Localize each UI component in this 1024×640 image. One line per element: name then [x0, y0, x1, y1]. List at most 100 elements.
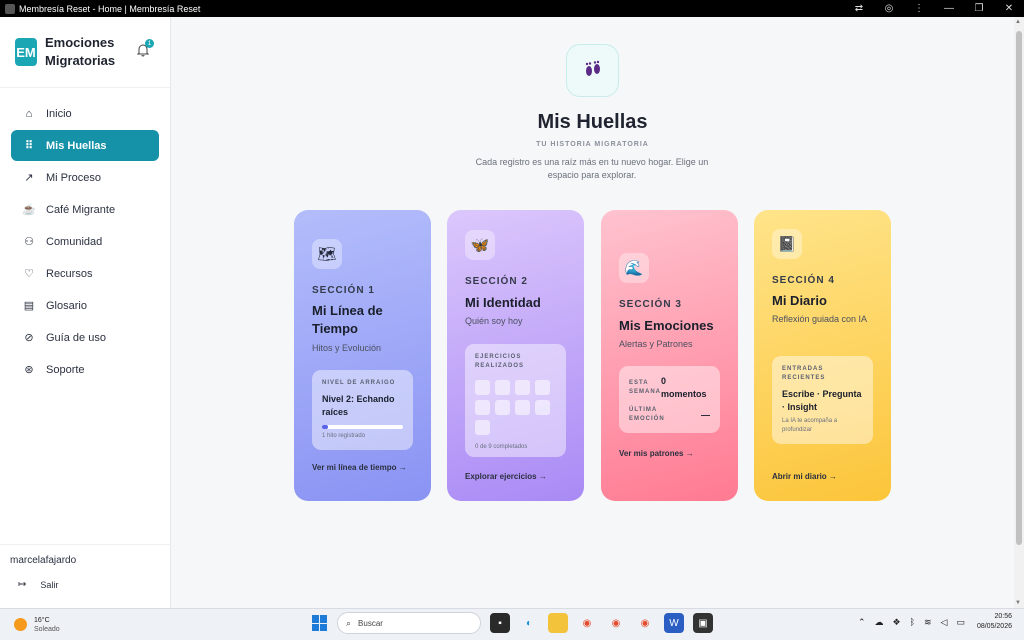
card-cta[interactable]: Ver mis patrones → [619, 449, 694, 458]
lifebuoy-icon: ⊛ [24, 364, 34, 376]
sidebar-item-comunidad[interactable]: ⚇ Comunidad [11, 226, 159, 257]
arraigo-box: NIVEL DE ARRAIGO Nivel 2: Echando raíces… [312, 370, 413, 450]
word-icon[interactable]: W [664, 613, 684, 633]
sidebar-item-label: Soporte [46, 363, 85, 376]
scroll-up-icon[interactable]: ▲ [1015, 19, 1021, 25]
translate-icon[interactable]: ⇄ [844, 3, 874, 14]
sidebar-item-mi-proceso[interactable]: ↗ Mi Proceso [11, 162, 159, 193]
sidebar-item-label: Comunidad [46, 235, 103, 248]
semana-row: ESTA SEMANA 0 momentos [629, 375, 710, 401]
notifications-button[interactable]: 1 [136, 39, 154, 57]
logout-button[interactable]: ↦ Salir [10, 579, 161, 590]
card-subtitle: Reflexión guiada con IA [772, 314, 868, 324]
more-menu-icon[interactable]: ⋮ [904, 3, 934, 14]
compass-icon: ⊘ [24, 332, 34, 344]
sidebar-item-soporte[interactable]: ⊛ Soporte [11, 354, 159, 385]
file-explorer-icon[interactable] [548, 613, 568, 633]
ejercicio-cell [515, 380, 530, 395]
scrollbar[interactable]: ▲ ▼ [1014, 17, 1024, 608]
edge-icon[interactable]: ◐ [519, 613, 539, 633]
sun-icon [14, 618, 27, 631]
card-subtitle: Alertas y Patrones [619, 339, 693, 349]
ultima-emocion-value: — [701, 409, 710, 420]
card-linea-de-tiempo[interactable]: 🗺 SECCIÓN 1 Mi Línea de Tiempo Hitos y E… [294, 210, 431, 501]
weather-widget[interactable]: 16°C Soleado [14, 616, 94, 634]
arraigo-progress [322, 425, 403, 429]
sidebar-item-mis-huellas[interactable]: ⠿ Mis Huellas [11, 130, 159, 161]
footprints-icon [566, 44, 619, 97]
coffee-icon: ☕ [22, 204, 36, 216]
ejercicio-cell [495, 400, 510, 415]
volume-icon[interactable]: ◁ [941, 617, 948, 628]
sidebar-item-label: Mi Proceso [46, 171, 102, 184]
active-app-icon[interactable]: ▣ [693, 613, 713, 633]
card-cta[interactable]: Abrir mi diario → [772, 472, 837, 481]
page-subtitle: Cada registro es una raíz más en tu nuev… [475, 157, 709, 180]
chevron-up-icon[interactable]: ⌃ [858, 617, 866, 628]
book-icon: ▤ [23, 300, 35, 312]
cloud-icon[interactable]: ☁ [874, 617, 883, 628]
search-icon: ⌕ [346, 617, 352, 628]
card-title: Mi Identidad [465, 295, 541, 310]
sidebar-item-recursos[interactable]: ♡ Recursos [11, 258, 159, 289]
page-title: Mis Huellas [537, 111, 648, 133]
footprints-icon: ⠿ [24, 140, 34, 152]
search-placeholder: Buscar [358, 618, 383, 628]
sidebar-item-guia-de-uso[interactable]: ⊘ Guía de uso [11, 322, 159, 353]
ejercicios-box: EJERCICIOS REALIZADOS 0 de 9 completados [465, 344, 566, 457]
wifi-icon[interactable]: ≋ [924, 617, 932, 628]
semana-value: 0 momentos [661, 376, 707, 399]
windows-start-icon[interactable] [312, 615, 328, 631]
sidebar-item-cafe-migrante[interactable]: ☕ Café Migrante [11, 194, 159, 225]
task-view-icon[interactable]: ▪ [490, 613, 510, 633]
scrollbar-thumb[interactable] [1016, 31, 1022, 545]
chrome-alt-icon[interactable]: ◉ [635, 613, 655, 633]
sidebar-item-label: Glosario [46, 299, 87, 312]
card-identidad[interactable]: 🦋 SECCIÓN 2 Mi Identidad Quién soy hoy E… [447, 210, 584, 501]
dropbox-icon[interactable]: ❖ [892, 617, 900, 628]
ejercicio-cell [475, 420, 490, 435]
scroll-down-icon[interactable]: ▼ [1015, 600, 1021, 606]
minimize-button[interactable]: — [934, 3, 964, 14]
logout-icon: ↦ [18, 579, 27, 590]
taskbar-search[interactable]: ⌕ Buscar [337, 612, 481, 634]
close-button[interactable]: ✕ [994, 3, 1024, 14]
sidebar-nav: ⌂ Inicio ⠿ Mis Huellas ↗ Mi Proceso ☕ Café M… [0, 88, 170, 385]
card-subtitle: Quién soy hoy [465, 316, 523, 326]
notebook-icon: 📓 [772, 229, 802, 259]
card-cta[interactable]: Explorar ejercicios → [465, 472, 547, 481]
brand: EM Emociones Migratorias 1 [0, 17, 170, 88]
brand-logo[interactable]: EM [15, 38, 37, 66]
ejercicio-cell [515, 400, 530, 415]
ejercicio-cell [475, 400, 490, 415]
home-icon: ⌂ [25, 107, 33, 120]
sidebar-footer: marcelafajardo ↦ Salir [0, 544, 171, 608]
sidebar-item-glosario[interactable]: ▤ Glosario [11, 290, 159, 321]
ejercicio-cell [495, 380, 510, 395]
ejercicio-cell [535, 380, 550, 395]
eye-off-icon[interactable]: ◎ [874, 3, 904, 14]
card-emociones[interactable]: 🌊 SECCIÓN 3 Mis Emociones Alertas y Patr… [601, 210, 738, 501]
brand-name[interactable]: Emociones Migratorias [45, 34, 125, 70]
page-kicker: TU HISTORIA MIGRATORIA [536, 141, 649, 148]
card-diario[interactable]: 📓 SECCIÓN 4 Mi Diario Reflexión guiada c… [754, 210, 891, 501]
diario-box: ENTRADAS RECIENTES Escribe · Pregunta · … [772, 356, 873, 444]
arraigo-label: NIVEL DE ARRAIGO [322, 380, 396, 386]
wave-icon: 🌊 [619, 253, 649, 283]
system-tray: ⌃ ☁ ❖ ᛒ ≋ ◁ ▭ 20:56 08/05/2026 [849, 612, 1012, 632]
card-cta[interactable]: Ver mi línea de tiempo → [312, 463, 407, 472]
sidebar-item-label: Café Migrante [46, 203, 116, 216]
sidebar-item-label: Mis Huellas [46, 139, 107, 152]
card-section: SECCIÓN 1 [312, 285, 375, 296]
app-icon [5, 3, 15, 14]
chrome-profile-icon[interactable]: ◉ [606, 613, 626, 633]
clock[interactable]: 20:56 08/05/2026 [977, 612, 1012, 632]
ejercicio-cell [475, 380, 490, 395]
chrome-icon[interactable]: ◉ [577, 613, 597, 633]
maximize-button[interactable]: ❐ [964, 3, 994, 14]
sidebar-item-inicio[interactable]: ⌂ Inicio [11, 98, 159, 129]
battery-icon[interactable]: ▭ [956, 617, 965, 628]
bluetooth-icon[interactable]: ᛒ [910, 617, 915, 627]
ultima-emocion-label: ÚLTIMA EMOCIÓN [629, 407, 665, 422]
logout-label: Salir [40, 579, 59, 590]
